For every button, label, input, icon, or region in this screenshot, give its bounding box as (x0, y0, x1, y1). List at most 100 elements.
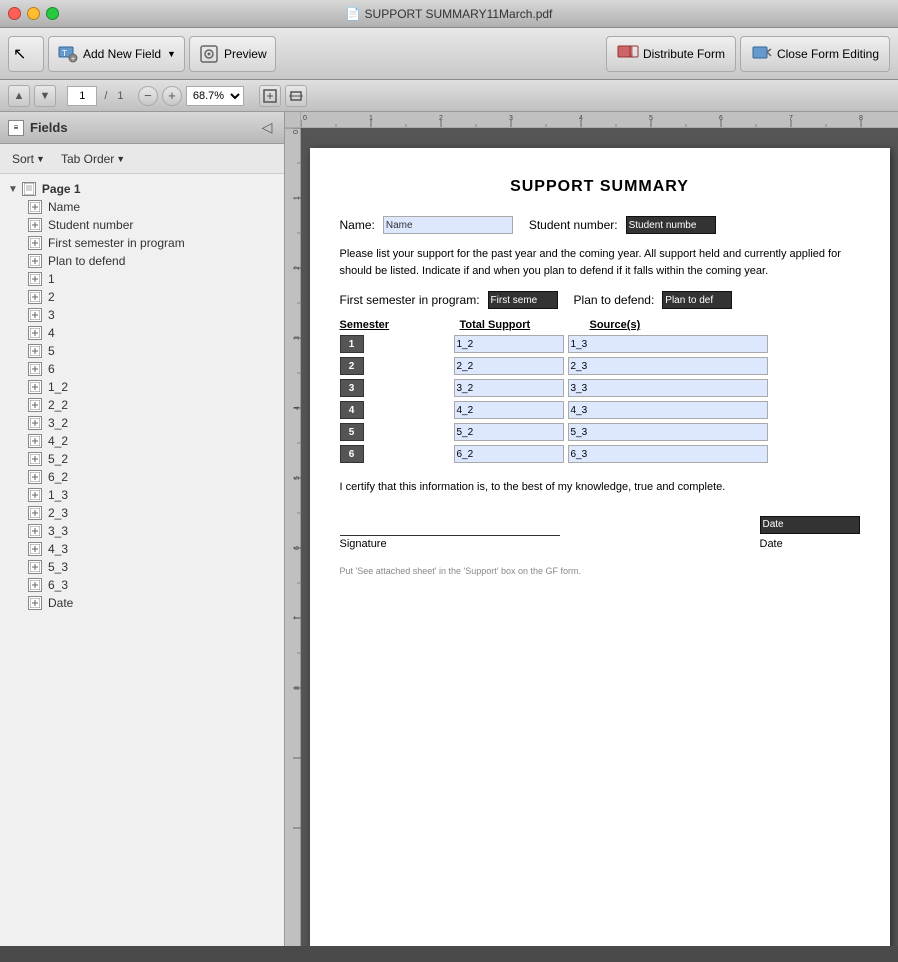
semester-cell: 6 (340, 445, 450, 463)
sort-button[interactable]: Sort ▼ (8, 150, 49, 168)
fields-panel-header: ≡ Fields ◁ (0, 112, 284, 144)
field-list-item[interactable]: 5_3 (0, 558, 284, 576)
field-name-label: 4_2 (48, 434, 68, 448)
document-icon: 📄 (346, 7, 361, 21)
field-name-label: 6_2 (48, 470, 68, 484)
fields-container: Name Student number First semester in prog… (0, 198, 284, 612)
distribute-form-button[interactable]: Distribute Form (606, 36, 736, 72)
field-name-label: 3 (48, 308, 55, 322)
semester-defend-row: First semester in program: First seme Pl… (340, 291, 860, 309)
field-list-item[interactable]: Plan to defend (0, 252, 284, 270)
support-table: Semester Total Support Source(s) 11_21_3… (340, 317, 860, 463)
field-name-label: Plan to defend (48, 254, 125, 268)
field-list-item[interactable]: 4_3 (0, 540, 284, 558)
date-field[interactable]: Date (760, 516, 860, 534)
total-support-cell[interactable]: 1_2 (454, 335, 564, 353)
maximize-window-button[interactable] (46, 7, 59, 20)
field-list-item[interactable]: 6 (0, 360, 284, 378)
page1-label: Page 1 (42, 182, 81, 196)
close-form-editing-button[interactable]: Close Form Editing (740, 36, 890, 72)
field-list-item[interactable]: 6_2 (0, 468, 284, 486)
source-cell[interactable]: 1_3 (568, 335, 768, 353)
field-list-item[interactable]: 3_2 (0, 414, 284, 432)
plan-defend-label: Plan to defend: (574, 293, 655, 307)
field-list-item[interactable]: 4 (0, 324, 284, 342)
signature-section: Signature (340, 516, 560, 550)
total-support-cell[interactable]: 5_2 (454, 423, 564, 441)
field-type-icon (28, 434, 42, 448)
minimize-window-button[interactable] (27, 7, 40, 20)
name-field[interactable]: Name (383, 216, 513, 234)
field-name-label: 2 (48, 290, 55, 304)
svg-text:5: 5 (294, 476, 301, 480)
field-list-item[interactable]: 2_2 (0, 396, 284, 414)
field-type-icon (28, 344, 42, 358)
total-support-cell[interactable]: 3_2 (454, 379, 564, 397)
pdf-content-area[interactable]: 0 1 2 3 4 5 6 7 8 (285, 112, 898, 946)
arrow-tool-button[interactable]: ↖ (8, 36, 44, 72)
field-list-item[interactable]: 3_3 (0, 522, 284, 540)
field-list-item[interactable]: 5_2 (0, 450, 284, 468)
fields-panel-icon: ≡ (8, 120, 24, 136)
svg-text:1: 1 (369, 115, 373, 122)
field-list-item[interactable]: 4_2 (0, 432, 284, 450)
field-list-item[interactable]: 3 (0, 306, 284, 324)
field-list-item[interactable]: Student number (0, 216, 284, 234)
source-cell[interactable]: 3_3 (568, 379, 768, 397)
field-type-icon (28, 578, 42, 592)
field-name-label: 1 (48, 272, 55, 286)
svg-text:6: 6 (294, 546, 301, 550)
first-semester-field[interactable]: First seme (488, 291, 558, 309)
add-new-field-button[interactable]: T + Add New Field ▼ (48, 36, 185, 72)
source-cell[interactable]: 2_3 (568, 357, 768, 375)
source-cell[interactable]: 5_3 (568, 423, 768, 441)
plan-defend-field[interactable]: Plan to def (662, 291, 732, 309)
horizontal-ruler: 0 1 2 3 4 5 6 7 8 (285, 112, 898, 128)
source-cell[interactable]: 6_3 (568, 445, 768, 463)
field-name-label: 4_3 (48, 542, 68, 556)
tab-order-button[interactable]: Tab Order ▼ (57, 150, 129, 168)
prev-page-button[interactable]: ▲ (8, 85, 30, 107)
preview-button[interactable]: Preview (189, 36, 276, 72)
field-list-item[interactable]: 5 (0, 342, 284, 360)
semester-number: 3 (340, 379, 364, 397)
support-description-text: Please list your support for the past ye… (340, 246, 860, 279)
certify-text: I certify that this information is, to t… (340, 479, 860, 496)
page-icon (22, 182, 36, 196)
svg-text:2: 2 (294, 266, 301, 270)
window-title: SUPPORT SUMMARY11March.pdf (365, 7, 553, 21)
zoom-in-button[interactable]: + (162, 86, 182, 106)
zoom-out-button[interactable]: − (138, 86, 158, 106)
fit-width-button[interactable] (285, 85, 307, 107)
collapse-panel-button[interactable]: ◁ (258, 119, 276, 137)
add-field-dropdown-icon[interactable]: ▼ (167, 49, 176, 59)
source-cell[interactable]: 4_3 (568, 401, 768, 419)
field-list-item[interactable]: 2 (0, 288, 284, 306)
total-support-cell[interactable]: 2_2 (454, 357, 564, 375)
field-list-item[interactable]: 6_3 (0, 576, 284, 594)
field-list-item[interactable]: Name (0, 198, 284, 216)
page-number-input[interactable] (67, 86, 97, 106)
field-list-item[interactable]: First semester in program (0, 234, 284, 252)
total-support-cell[interactable]: 4_2 (454, 401, 564, 419)
total-support-cell[interactable]: 6_2 (454, 445, 564, 463)
field-type-icon (28, 452, 42, 466)
field-list-item[interactable]: 2_3 (0, 504, 284, 522)
fit-page-button[interactable] (259, 85, 281, 107)
svg-text:4: 4 (579, 115, 583, 122)
field-list-item[interactable]: Date (0, 594, 284, 612)
student-number-field[interactable]: Student numbe (626, 216, 716, 234)
close-window-button[interactable] (8, 7, 21, 20)
field-name-label: Student number (48, 218, 133, 232)
zoom-select[interactable]: 68.7% 50% 75% 100% 125% 150% (186, 86, 244, 106)
semester-cell: 1 (340, 335, 450, 353)
window-controls (8, 7, 59, 20)
field-list-item[interactable]: 1_2 (0, 378, 284, 396)
field-list-item[interactable]: 1_3 (0, 486, 284, 504)
svg-text:0: 0 (303, 115, 307, 122)
field-name-label: 2_3 (48, 506, 68, 520)
page-header[interactable]: ▼ Page 1 (0, 180, 284, 198)
field-name-label: First semester in program (48, 236, 185, 250)
field-list-item[interactable]: 1 (0, 270, 284, 288)
next-page-button[interactable]: ▼ (34, 85, 56, 107)
